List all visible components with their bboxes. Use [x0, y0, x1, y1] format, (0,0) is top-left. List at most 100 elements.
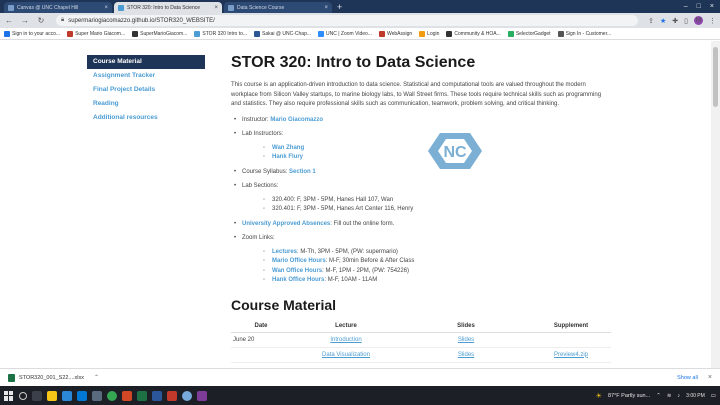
chrome-icon[interactable]: [107, 390, 117, 401]
close-icon[interactable]: ×: [214, 5, 218, 11]
bookmark-item[interactable]: Sign In - Customer...: [557, 30, 611, 37]
lecture-link[interactable]: Data Visualization: [322, 352, 370, 358]
slides-link[interactable]: Slides: [458, 352, 474, 358]
chevron-up-icon[interactable]: ⌃: [656, 393, 661, 399]
download-item[interactable]: STOR320_001_S22....xlsx ⌃: [8, 373, 99, 382]
bookmark-item[interactable]: WebAssign: [378, 30, 412, 37]
bookmark-label: UNC | Zoom Video...: [326, 30, 372, 37]
absences-text: : Fill out the online form.: [330, 220, 395, 227]
chevron-up-icon[interactable]: ⌃: [94, 374, 99, 381]
bookmark-star-icon[interactable]: ★: [660, 17, 666, 25]
zoom-link-detail: : M-Th, 3PM - 5PM, (PW: supermario): [297, 248, 398, 255]
cell-supplement: [531, 332, 611, 348]
wifi-icon[interactable]: ≋: [667, 393, 672, 399]
window-close-icon[interactable]: ×: [710, 3, 714, 10]
zoom-link[interactable]: Hank Office Hours: [272, 277, 324, 283]
syllabus-link[interactable]: Section 1: [289, 169, 316, 175]
clock[interactable]: 3:00 PM: [686, 393, 705, 399]
slides-link[interactable]: Slides: [458, 337, 474, 343]
toolbar-actions: ⇪ ★ ✚ ▯ M ⋮: [648, 16, 716, 25]
zoom-link[interactable]: Lectures: [272, 249, 297, 255]
list-item: 320.400: F, 3PM - 5PM, Hanes Hall 107, W…: [242, 196, 611, 206]
bookmark-favicon-icon: [67, 30, 74, 37]
r-studio-icon[interactable]: [182, 390, 192, 401]
word-icon[interactable]: [152, 390, 162, 401]
bookmark-label: STOR 320 Intro to...: [202, 30, 248, 37]
new-tab-icon[interactable]: +: [337, 2, 342, 13]
bookmark-item[interactable]: SuperMarioGiacom...: [132, 30, 188, 37]
tab-favicon: [118, 4, 124, 11]
bookmark-label: SuperMarioGiacom...: [140, 30, 188, 37]
file-explorer-icon[interactable]: [47, 390, 57, 401]
bookmark-item[interactable]: Sign in to your acco...: [4, 30, 60, 37]
sidebar-item-final-project[interactable]: Final Project Details: [87, 83, 205, 97]
acrobat-icon[interactable]: [167, 390, 177, 401]
show-all-button[interactable]: Show all: [677, 375, 698, 381]
lecture-link[interactable]: Introduction: [330, 337, 361, 343]
bookmark-item[interactable]: UNC | Zoom Video...: [318, 30, 372, 37]
browser-tab-2[interactable]: STOR 320: Intro to Data Science ×: [114, 2, 222, 13]
maximize-icon[interactable]: □: [697, 3, 701, 10]
bookmark-item[interactable]: Sakai @ UNC-Chap...: [254, 30, 311, 37]
address-bar[interactable]: 🔒︎ supermariogiacomazzo.github.io/STOR32…: [56, 15, 639, 26]
lab-instructors-item: Lab Instructors: Wan Zhang Hank Flury: [231, 130, 611, 163]
column-header-supplement: Supplement: [531, 319, 611, 333]
volume-icon[interactable]: ♪: [677, 393, 680, 399]
weather-text[interactable]: 87°F Partly sun...: [608, 393, 650, 399]
bookmark-favicon-icon: [254, 30, 261, 37]
page-viewport: Course Material Assignment Tracker Final…: [0, 41, 720, 368]
system-tray: ☀ 87°F Partly sun... ⌃ ≋ ♪ 3:00 PM ▭: [596, 392, 716, 400]
share-icon[interactable]: ⇪: [648, 17, 654, 25]
task-view-icon[interactable]: [32, 390, 42, 401]
sidebar-item-assignment-tracker[interactable]: Assignment Tracker: [87, 69, 205, 83]
course-material-table: Date Lecture Slides Supplement June 20 I…: [231, 319, 611, 363]
browser-tab-1[interactable]: Canvas @ UNC Chapel Hill ×: [4, 2, 112, 13]
bookmark-favicon-icon: [446, 30, 453, 37]
close-icon[interactable]: ×: [104, 5, 108, 11]
minimize-icon[interactable]: –: [684, 3, 688, 10]
lab-instructor-link[interactable]: Hank Flury: [272, 154, 303, 160]
bookmark-item[interactable]: Community & HOA...: [446, 30, 501, 37]
close-icon[interactable]: ×: [708, 374, 712, 381]
windows-start-icon[interactable]: [4, 390, 14, 401]
sidebar-item-additional-resources[interactable]: Additional resources: [87, 111, 205, 125]
bookmark-item[interactable]: SelectorGadget: [507, 30, 551, 37]
zoom-link[interactable]: Wan Office Hours: [272, 268, 322, 274]
sidebar-item-reading[interactable]: Reading: [87, 97, 205, 111]
zoom-link-detail: : M-F, 1PM - 2PM, (PW: 754226): [322, 267, 410, 274]
mail-icon[interactable]: [77, 390, 87, 401]
tab-label: STOR 320: Intro to Data Science: [127, 4, 201, 11]
absences-link[interactable]: University Approved Absences: [242, 221, 330, 227]
bookmark-favicon-icon: [507, 30, 514, 37]
store-icon[interactable]: [92, 390, 102, 401]
zoom-link[interactable]: Mario Office Hours: [272, 258, 326, 264]
edge-icon[interactable]: [62, 390, 72, 401]
bookmark-item[interactable]: STOR 320 Intro to...: [194, 30, 248, 37]
page-scrollbar[interactable]: [711, 41, 720, 368]
sidebar-nav: Course Material Assignment Tracker Final…: [87, 55, 205, 125]
excel-icon[interactable]: [137, 390, 147, 401]
extensions-icon[interactable]: ✚: [672, 17, 678, 25]
bookmark-item[interactable]: Super Mario Giacom...: [67, 30, 125, 37]
powerpoint-icon[interactable]: [122, 390, 132, 401]
app-icon[interactable]: [197, 390, 207, 401]
browser-tab-3[interactable]: Data Science Course ×: [224, 2, 332, 13]
bookmark-item[interactable]: Login: [419, 30, 439, 37]
forward-icon[interactable]: →: [20, 16, 30, 25]
column-header-lecture: Lecture: [291, 319, 401, 333]
sidebar-item-course-material[interactable]: Course Material: [87, 55, 205, 69]
reload-icon[interactable]: ↻: [36, 16, 46, 25]
sidepanel-icon[interactable]: ▯: [684, 17, 688, 25]
cell-supplement: Preview4.zip: [531, 347, 611, 363]
profile-avatar[interactable]: M: [694, 16, 703, 25]
scrollbar-thumb[interactable]: [713, 47, 718, 107]
menu-icon[interactable]: ⋮: [709, 17, 716, 25]
instructor-link[interactable]: Mario Giacomazzo: [270, 117, 323, 123]
notifications-icon[interactable]: ▭: [711, 393, 716, 399]
close-icon[interactable]: ×: [324, 5, 328, 11]
search-icon[interactable]: [19, 391, 27, 400]
lab-instructor-link[interactable]: Wan Zhang: [272, 145, 304, 151]
instructor-label: Instructor:: [242, 116, 269, 123]
supplement-link[interactable]: Preview4.zip: [554, 352, 588, 358]
back-icon[interactable]: ←: [4, 16, 14, 25]
